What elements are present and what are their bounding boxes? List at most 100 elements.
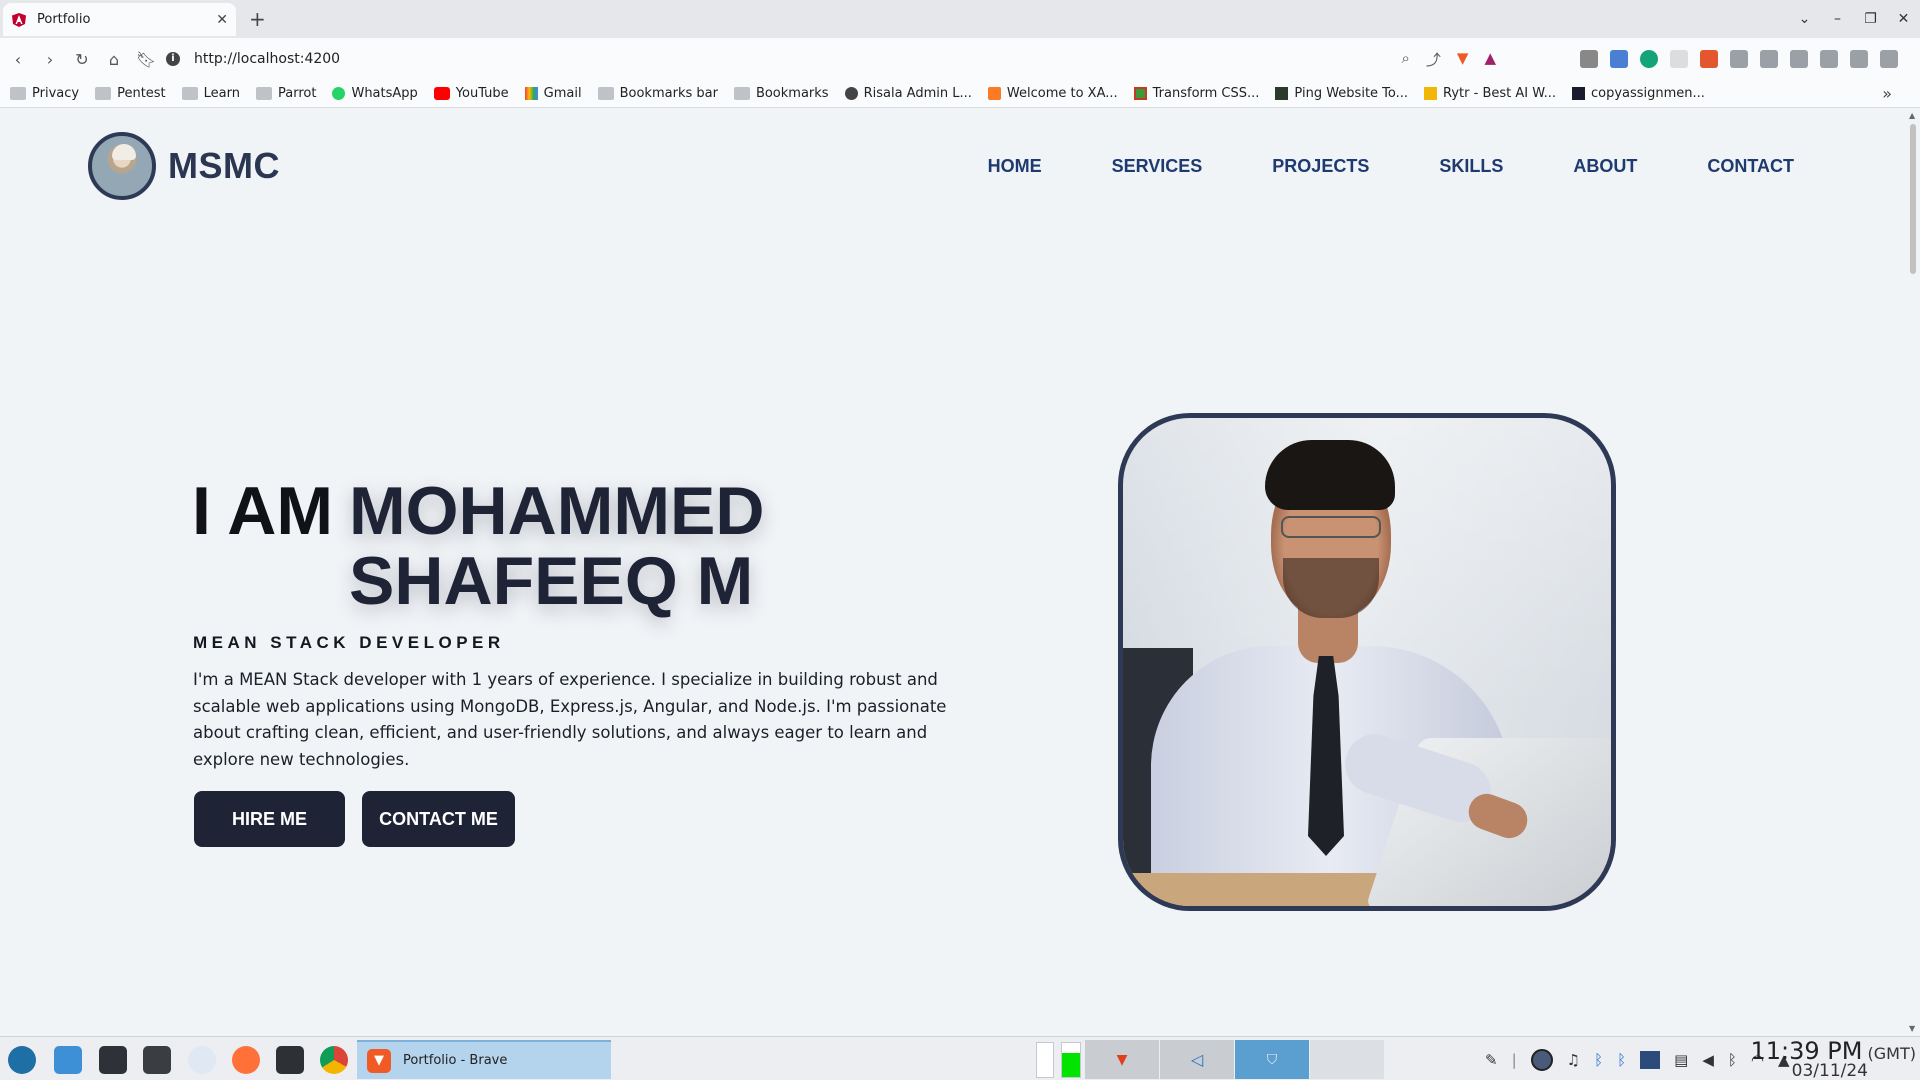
zoom-icon[interactable]: ⌕ bbox=[1401, 49, 1409, 70]
bookmark-item[interactable]: YouTube bbox=[433, 86, 509, 101]
cpu-monitor bbox=[1036, 1042, 1054, 1078]
bookmark-item[interactable]: Parrot bbox=[256, 86, 316, 101]
scroll-up-icon[interactable]: ▲ bbox=[1909, 111, 1915, 120]
address-bar[interactable]: i http://localhost:4200 ⌕ ⤴ ▼ ▲ bbox=[166, 43, 1496, 75]
bookmarks-overflow-icon[interactable]: » bbox=[1882, 84, 1892, 103]
extensions-bar bbox=[1580, 50, 1898, 68]
bookmark-item[interactable]: Risala Admin L... bbox=[844, 86, 972, 101]
scroll-thumb[interactable] bbox=[1910, 124, 1916, 274]
menu-icon[interactable] bbox=[1880, 50, 1898, 68]
bookmark-item[interactable]: Privacy bbox=[10, 86, 79, 101]
bookmark-item[interactable]: Rytr - Best AI W... bbox=[1424, 86, 1556, 101]
tab-list-icon[interactable]: ⌄ bbox=[1788, 11, 1821, 27]
firefox-icon[interactable] bbox=[232, 1046, 260, 1074]
hero-prefix: I AM bbox=[192, 473, 334, 549]
bookmark-item[interactable]: Ping Website To... bbox=[1275, 86, 1408, 101]
bookmarks-bar: Privacy Pentest Learn Parrot WhatsApp Yo… bbox=[0, 80, 1920, 108]
grid-extension-icon[interactable] bbox=[1670, 50, 1688, 68]
nav-projects[interactable]: PROJECTS bbox=[1272, 156, 1369, 177]
new-tab-button[interactable]: + bbox=[249, 7, 266, 31]
minimize-icon[interactable]: – bbox=[1821, 11, 1854, 27]
bookmark-item[interactable]: Pentest bbox=[95, 86, 166, 101]
editor-icon[interactable] bbox=[143, 1046, 171, 1074]
bookmark-item[interactable]: WhatsApp bbox=[332, 86, 418, 101]
youtube-icon bbox=[433, 87, 450, 100]
window-controls: ⌄ – ❐ ✕ bbox=[1788, 0, 1920, 38]
gmail-icon bbox=[524, 87, 538, 100]
taskbar: ▼ Portfolio - Brave ▼ ◁ ⛉ ✎ | ♫ ᛒ ᛒ ▤ ◀ … bbox=[0, 1036, 1920, 1080]
network-manager-icon[interactable] bbox=[1640, 1051, 1661, 1069]
wallet-icon[interactable] bbox=[1820, 50, 1838, 68]
brave-rewards-icon[interactable]: ▲ bbox=[1484, 49, 1496, 70]
profile-photo bbox=[1118, 413, 1616, 911]
share-icon[interactable]: ⤴ bbox=[1426, 49, 1441, 70]
percent-extension-icon[interactable] bbox=[1700, 50, 1718, 68]
site-brand[interactable]: MSMC bbox=[88, 132, 280, 200]
reload-icon[interactable]: ↻ bbox=[68, 50, 96, 69]
bluetooth-icon[interactable]: ᛒ bbox=[1617, 1051, 1626, 1069]
bookmark-item[interactable]: copyassignmen... bbox=[1571, 86, 1705, 101]
system-tray: ✎ | ♫ ᛒ ᛒ ▤ ◀ ᛒ ◠ ▲ bbox=[1485, 1049, 1790, 1071]
download-icon[interactable] bbox=[1760, 50, 1778, 68]
nav-contact[interactable]: CONTACT bbox=[1707, 156, 1794, 177]
url-text: http://localhost:4200 bbox=[194, 51, 341, 67]
sidebar-icon[interactable] bbox=[1790, 50, 1808, 68]
xampp-icon bbox=[987, 87, 1001, 100]
clock[interactable]: 11:39 PM (GMT) 03/11/24 bbox=[1750, 1037, 1916, 1080]
workspace-1[interactable]: ▼ bbox=[1085, 1040, 1159, 1079]
bluetooth-icon[interactable]: ᛒ bbox=[1594, 1051, 1603, 1069]
workspace-4[interactable] bbox=[1310, 1040, 1384, 1079]
taskbar-task-brave[interactable]: ▼ Portfolio - Brave bbox=[357, 1040, 611, 1079]
bookmark-icon[interactable]: 🔖︎ bbox=[132, 50, 160, 69]
puzzle-extensions-icon[interactable] bbox=[1730, 50, 1748, 68]
translate-extension-icon[interactable] bbox=[1610, 50, 1628, 68]
parrot-menu-icon[interactable] bbox=[8, 1046, 36, 1074]
close-tab-icon[interactable]: ✕ bbox=[216, 12, 228, 28]
copyassignment-icon bbox=[1571, 87, 1585, 100]
page-viewport: MSMC HOME SERVICES PROJECTS SKILLS ABOUT… bbox=[0, 108, 1906, 1036]
nav-about[interactable]: ABOUT bbox=[1573, 156, 1637, 177]
chrome-icon[interactable] bbox=[320, 1046, 348, 1074]
site-info-icon[interactable]: i bbox=[166, 52, 180, 66]
volume-icon[interactable]: ◀ bbox=[1702, 1051, 1714, 1069]
nav-services[interactable]: SERVICES bbox=[1112, 156, 1203, 177]
terminal-icon[interactable] bbox=[99, 1046, 127, 1074]
page-scrollbar[interactable]: ▲ ▼ bbox=[1906, 108, 1920, 1036]
bluetooth-icon[interactable]: ᛒ bbox=[1728, 1051, 1737, 1069]
tab-portfolio[interactable]: Portfolio ✕ bbox=[3, 3, 236, 36]
workspace-3[interactable]: ⛉ bbox=[1235, 1040, 1309, 1079]
bookmark-item[interactable]: Bookmarks bbox=[733, 86, 829, 101]
workspace-2[interactable]: ◁ bbox=[1160, 1040, 1234, 1079]
vscode-icon: ◁ bbox=[1190, 1050, 1204, 1069]
file-manager-icon[interactable] bbox=[54, 1046, 82, 1074]
nav-home[interactable]: HOME bbox=[988, 156, 1042, 177]
settings-icon[interactable] bbox=[188, 1046, 216, 1074]
home-icon[interactable]: ⌂ bbox=[100, 50, 128, 69]
restore-icon[interactable]: ❐ bbox=[1854, 11, 1887, 27]
bookmark-item[interactable]: Gmail bbox=[524, 86, 582, 101]
color-picker-icon[interactable]: ✎ bbox=[1485, 1051, 1498, 1069]
close-window-icon[interactable]: ✕ bbox=[1887, 11, 1920, 27]
leo-ai-icon[interactable] bbox=[1850, 50, 1868, 68]
clipboard-icon[interactable]: ▤ bbox=[1674, 1051, 1688, 1069]
bug-extension-icon[interactable] bbox=[1580, 50, 1598, 68]
hero-role: MEAN STACK DEVELOPER bbox=[193, 633, 505, 652]
bookmark-item[interactable]: Bookmarks bar bbox=[597, 86, 718, 101]
brave-shields-icon[interactable]: ▼ bbox=[1457, 49, 1469, 70]
contact-me-button[interactable]: CONTACT ME bbox=[362, 791, 515, 847]
scroll-down-icon[interactable]: ▼ bbox=[1909, 1024, 1915, 1033]
notification-icon[interactable]: ♫ bbox=[1567, 1051, 1580, 1069]
circle-icon[interactable] bbox=[1530, 1049, 1553, 1071]
whatsapp-icon bbox=[332, 87, 346, 100]
folder-icon bbox=[256, 87, 273, 100]
hire-me-button[interactable]: HIRE ME bbox=[194, 791, 345, 847]
back-icon[interactable]: ‹ bbox=[4, 50, 32, 69]
folder-icon bbox=[597, 87, 614, 100]
bookmark-item[interactable]: Welcome to XA... bbox=[987, 86, 1118, 101]
grammarly-extension-icon[interactable] bbox=[1640, 50, 1658, 68]
nav-skills[interactable]: SKILLS bbox=[1439, 156, 1503, 177]
bookmark-item[interactable]: Transform CSS... bbox=[1133, 86, 1259, 101]
system-monitor-icon[interactable] bbox=[276, 1046, 304, 1074]
bookmark-item[interactable]: Learn bbox=[181, 86, 240, 101]
forward-icon[interactable]: › bbox=[36, 50, 64, 69]
